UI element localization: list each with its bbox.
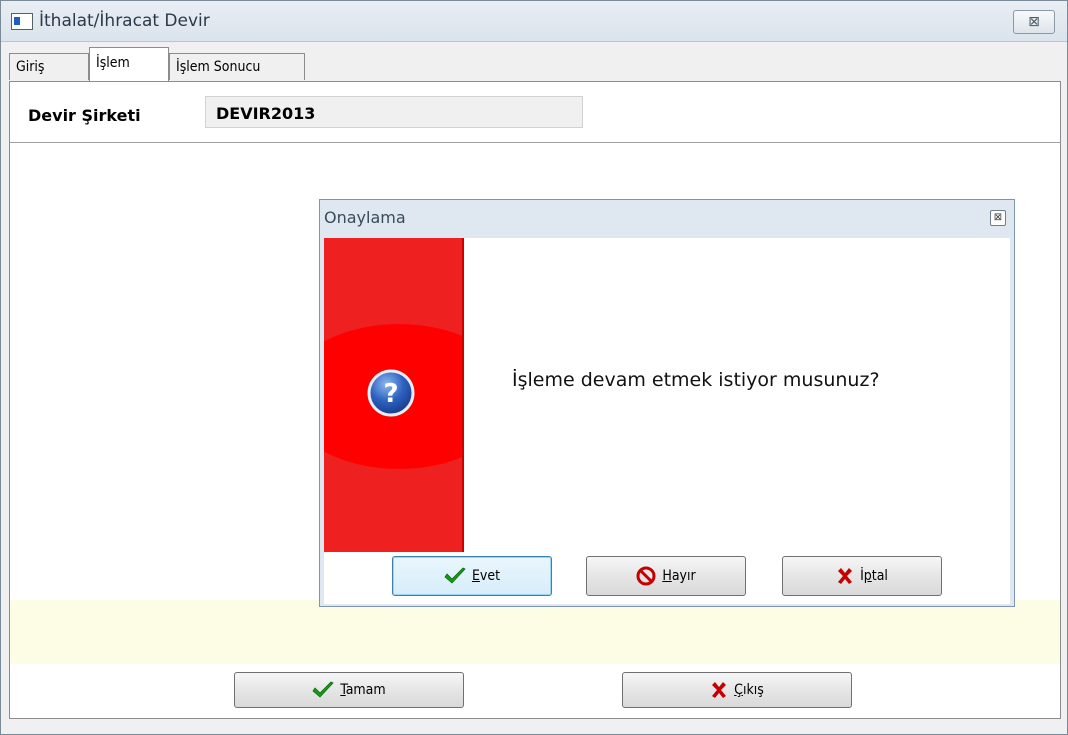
x-icon xyxy=(712,682,727,698)
dialog-title: Onaylama xyxy=(324,208,406,227)
no-entry-icon xyxy=(636,566,656,586)
status-strip xyxy=(10,600,1060,664)
no-button-label: Hayır xyxy=(662,568,696,584)
tab-giris[interactable]: Giriş xyxy=(9,53,89,80)
company-row: Devir Şirketi DEVIR2013 xyxy=(10,82,1060,143)
yes-button-label: Evet xyxy=(471,568,501,584)
no-button[interactable]: Hayır xyxy=(586,556,746,596)
dialog-button-bar: Evet Hayır İptal xyxy=(324,552,1010,604)
footer-bar: Tamam Çıkış xyxy=(10,664,1060,718)
company-label: Devir Şirketi xyxy=(28,106,141,125)
window-close-button[interactable]: ⊠ xyxy=(1013,10,1055,34)
exit-button[interactable]: Çıkış xyxy=(622,672,852,708)
confirm-dialog: Onaylama ⊠ ? İşleme devam etmek istiyor … xyxy=(319,199,1015,607)
cancel-button-label: İptal xyxy=(860,568,888,584)
dialog-close-button[interactable]: ⊠ xyxy=(990,210,1006,226)
tab-islem-sonucu[interactable]: İşlem Sonucu xyxy=(169,53,305,80)
svg-text:?: ? xyxy=(383,379,398,409)
dialog-message: İşleme devam etmek istiyor musunuz? xyxy=(512,369,880,391)
dialog-body: ? İşleme devam etmek istiyor musunuz? xyxy=(324,238,1010,552)
dialog-icon-strip: ? xyxy=(324,238,464,552)
cancel-button[interactable]: İptal xyxy=(782,556,942,596)
ok-button-label: Tamam xyxy=(340,682,386,698)
x-icon xyxy=(838,568,853,584)
exit-button-label: Çıkış xyxy=(734,682,764,698)
window-title: İthalat/İhracat Devir xyxy=(39,11,210,31)
title-bar[interactable]: İthalat/İhracat Devir ⊠ xyxy=(1,1,1067,42)
dialog-title-bar[interactable]: Onaylama ⊠ xyxy=(320,200,1014,238)
ok-button[interactable]: Tamam xyxy=(234,672,464,708)
question-icon: ? xyxy=(367,369,415,417)
main-window: İthalat/İhracat Devir ⊠ Giriş İşlem İşle… xyxy=(0,0,1068,735)
check-icon xyxy=(444,567,466,584)
check-icon xyxy=(312,681,334,698)
company-field[interactable]: DEVIR2013 xyxy=(205,96,583,128)
tab-islem[interactable]: İşlem xyxy=(89,47,169,81)
app-icon[interactable] xyxy=(11,13,33,30)
yes-button[interactable]: Evet xyxy=(392,556,552,596)
